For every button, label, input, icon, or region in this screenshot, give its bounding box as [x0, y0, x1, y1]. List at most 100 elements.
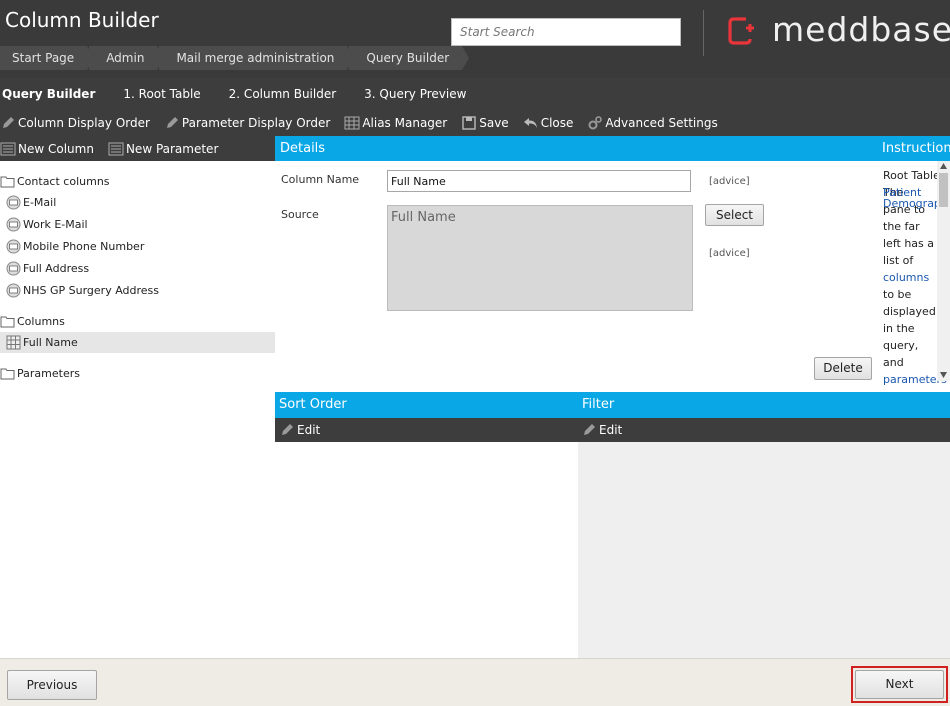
logo-divider [703, 10, 704, 56]
new-parameter-button[interactable]: New Parameter [108, 141, 218, 157]
instructions-line: in the [883, 322, 915, 335]
instructions-line: displayed [883, 305, 936, 318]
save-label: Save [479, 115, 509, 130]
tree-folder-columns[interactable]: Columns [0, 311, 275, 332]
sort-toolbar: Edit [275, 418, 578, 442]
tab-query-preview[interactable]: 3. Query Preview [364, 87, 466, 101]
floppy-disk-icon [462, 115, 476, 130]
instructions-line: Root Table [883, 169, 940, 182]
folder-icon [0, 368, 15, 380]
tree-item-full-name[interactable]: Full Name [0, 332, 275, 353]
pencil-icon [166, 116, 178, 128]
parameter-display-order-button[interactable]: Parameter Display Order [164, 115, 330, 131]
filter-panel [578, 442, 950, 658]
filter-heading: Filter [578, 392, 950, 418]
breadcrumb-admin[interactable]: Admin [89, 46, 165, 70]
save-button[interactable]: Save [461, 115, 509, 131]
instructions-heading: Instructions [877, 136, 950, 161]
filter-edit-button[interactable]: Edit [581, 422, 622, 438]
meddbase-logo-icon [728, 17, 754, 45]
footer-bar: Previous Next [0, 658, 950, 706]
source-textarea[interactable]: Full Name [387, 205, 693, 311]
breadcrumb-mail-merge[interactable]: Mail merge administration [159, 46, 355, 70]
alias-manager-button[interactable]: Alias Manager [344, 115, 447, 131]
next-button-highlight: Next [851, 666, 948, 703]
instructions-scrollbar[interactable] [937, 161, 950, 381]
envelope-icon [6, 239, 21, 254]
tree-item-label: Full Address [23, 262, 90, 275]
parameter-display-order-label: Parameter Display Order [181, 115, 331, 130]
close-button[interactable]: Close [523, 115, 573, 131]
delete-button[interactable]: Delete [814, 357, 872, 380]
scroll-down-icon[interactable] [940, 372, 947, 378]
column-name-label: Column Name [281, 173, 360, 186]
column-name-input[interactable] [387, 170, 691, 192]
search-input[interactable] [451, 18, 681, 46]
sort-order-panel [275, 442, 578, 658]
column-display-order-button[interactable]: Column Display Order [0, 115, 150, 131]
pencil-icon [3, 116, 14, 128]
brand-name: meddbase [772, 10, 950, 49]
sort-order-heading: Sort Order [275, 392, 578, 418]
gears-icon [588, 115, 603, 129]
envelope-icon [6, 217, 21, 232]
envelope-icon [6, 283, 21, 298]
undo-arrow-icon [523, 117, 537, 128]
tree-item-label: Mobile Phone Number [23, 240, 145, 253]
left-toolbar: New Column New Parameter [0, 136, 275, 161]
filter-edit-label: Edit [599, 423, 623, 437]
main-toolbar: Column Display Order Parameter Display O… [0, 109, 950, 136]
alias-manager-label: Alias Manager [362, 115, 448, 130]
new-column-icon [0, 142, 16, 155]
select-button[interactable]: Select [705, 204, 764, 226]
instructions-text: Root Table Patient The Demographics pane… [883, 167, 950, 388]
tree-folder-parameters[interactable]: Parameters [0, 363, 275, 384]
sort-edit-button[interactable]: Edit [279, 422, 320, 438]
grid-icon [344, 116, 360, 129]
folder-icon [0, 316, 15, 328]
instructions-line: the far [883, 220, 920, 233]
tree-item-label: NHS GP Surgery Address [23, 284, 160, 297]
tree-item-full-address[interactable]: Full Address [0, 258, 275, 279]
tree-folder-label: Columns [17, 315, 65, 328]
parameters-link[interactable]: parameters [883, 371, 947, 388]
advanced-settings-button[interactable]: Advanced Settings [587, 115, 718, 131]
tree-item-label: Full Name [23, 336, 78, 349]
tree-item-mobile-phone[interactable]: Mobile Phone Number [0, 236, 275, 257]
tree-item-label: E-Mail [23, 196, 57, 209]
source-label: Source [281, 208, 319, 221]
tree-folder-label: Parameters [17, 367, 80, 380]
instructions-line: query, [883, 339, 919, 352]
pencil-icon [282, 424, 293, 435]
app-header: Column Builder Start Page Admin Mail mer… [0, 0, 950, 78]
tree-item-email[interactable]: E-Mail [0, 192, 275, 213]
next-button[interactable]: Next [855, 670, 944, 699]
tab-column-builder[interactable]: 2. Column Builder [229, 87, 336, 101]
breadcrumb-start-page[interactable]: Start Page [0, 46, 95, 70]
tree-item-nhs-gp-address[interactable]: NHS GP Surgery Address [0, 280, 275, 301]
column-display-order-label: Column Display Order [18, 115, 150, 130]
tree-folder-label: Contact columns [17, 175, 110, 188]
column-name-advice[interactable]: [advice] [709, 176, 750, 187]
column-tree: Contact columns E-Mail Work E-Mail Mobil… [0, 161, 275, 658]
scroll-up-icon[interactable] [940, 163, 947, 169]
tab-root-table[interactable]: 1. Root Table [123, 87, 200, 101]
tree-folder-contact-columns[interactable]: Contact columns [0, 171, 275, 192]
sort-edit-label: Edit [297, 423, 321, 437]
tree-item-work-email[interactable]: Work E-Mail [0, 214, 275, 235]
breadcrumb-query-builder[interactable]: Query Builder [349, 46, 469, 70]
new-column-button[interactable]: New Column [0, 141, 94, 157]
tab-query-builder[interactable]: Query Builder [2, 87, 95, 101]
envelope-icon [6, 261, 21, 276]
new-parameter-icon [108, 142, 124, 155]
step-tabs: Query Builder 1. Root Table 2. Column Bu… [0, 78, 950, 109]
source-advice[interactable]: [advice] [709, 248, 750, 259]
previous-button[interactable]: Previous [7, 670, 97, 700]
instructions-panel: Root Table Patient The Demographics pane… [877, 161, 950, 392]
scroll-thumb[interactable] [939, 173, 948, 207]
instructions-line: to be [883, 288, 912, 301]
instructions-line: and [883, 356, 904, 369]
columns-link[interactable]: columns [883, 269, 941, 286]
filter-toolbar: Edit [578, 418, 950, 442]
envelope-icon [6, 195, 21, 210]
